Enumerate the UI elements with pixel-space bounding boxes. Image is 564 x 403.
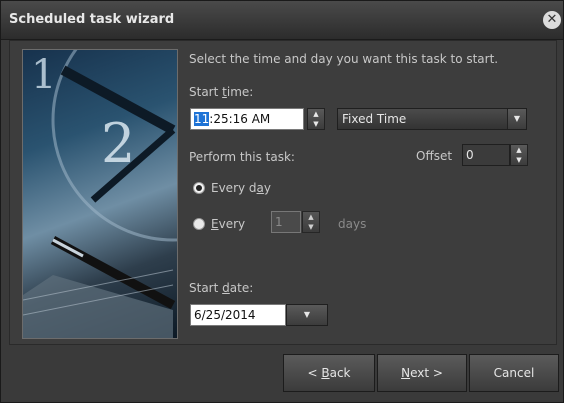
chevron-down-icon[interactable]: ▼	[308, 119, 324, 129]
time-mode-select[interactable]: Fixed Time ▼	[337, 108, 527, 130]
every-n-days-spinner[interactable]: ▲ ▼	[302, 211, 320, 233]
chevron-up-icon[interactable]: ▲	[511, 145, 527, 155]
offset-input[interactable]: 0	[462, 144, 510, 166]
perform-task-label: Perform this task:	[189, 150, 295, 164]
start-date-input[interactable]: 6/25/2014	[190, 304, 286, 326]
svg-text:1: 1	[31, 52, 56, 98]
title-bar: Scheduled task wizard ✕	[1, 1, 563, 40]
chevron-down-icon[interactable]: ▼	[287, 305, 327, 325]
chevron-up-icon[interactable]: ▲	[308, 109, 324, 119]
instructions-text: Select the time and day you want this ta…	[189, 52, 499, 66]
every-n-days-radio[interactable]	[193, 218, 205, 230]
every-day-label[interactable]: Every day	[211, 181, 271, 195]
days-label: days	[338, 217, 367, 231]
close-icon[interactable]: ✕	[543, 11, 561, 29]
chevron-down-icon[interactable]: ▼	[511, 155, 527, 165]
start-time-label: Start time:	[189, 85, 254, 99]
start-time-input[interactable]: 11:25:16 AM	[190, 108, 304, 130]
every-label[interactable]: Every	[211, 217, 245, 231]
wizard-button-bar: < Back Next > Cancel	[283, 354, 559, 394]
offset-spinner[interactable]: ▲ ▼	[510, 144, 528, 166]
wizard-content: 1 2 Select the time and day you want thi…	[9, 40, 557, 345]
time-mode-value: Fixed Time	[342, 112, 407, 126]
cancel-button[interactable]: Cancel	[469, 354, 559, 392]
start-time-rest: :25:16 AM	[209, 112, 271, 126]
start-date-label: Start date:	[189, 281, 254, 295]
chevron-down-icon[interactable]: ▼	[507, 109, 526, 129]
back-button[interactable]: < Back	[283, 354, 375, 392]
start-date-picker-button[interactable]: ▼	[286, 304, 328, 326]
every-day-radio[interactable]	[193, 182, 205, 194]
illustration-graphic: 1 2	[23, 50, 177, 338]
wizard-window: Scheduled task wizard ✕ 1 2 Select the t…	[0, 0, 564, 403]
start-time-hour-selected: 11	[194, 112, 210, 126]
chevron-down-icon[interactable]: ▼	[303, 222, 319, 232]
chevron-up-icon[interactable]: ▲	[303, 212, 319, 222]
window-title: Scheduled task wizard	[9, 12, 175, 27]
clock-pen-illustration: 1 2	[22, 49, 178, 339]
offset-label: Offset	[416, 149, 453, 163]
every-n-days-input[interactable]: 1	[271, 211, 301, 233]
start-time-spinner[interactable]: ▲ ▼	[307, 108, 325, 130]
next-button[interactable]: Next >	[377, 354, 467, 392]
